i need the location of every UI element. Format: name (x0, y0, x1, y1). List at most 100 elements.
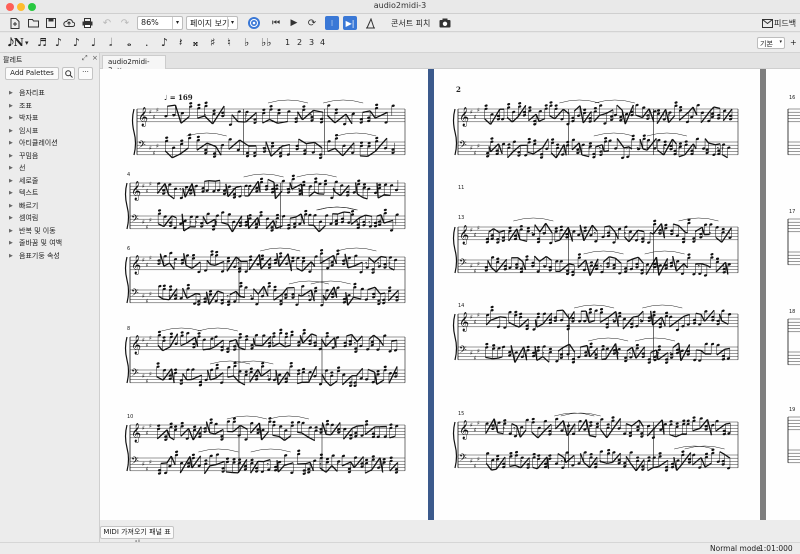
system-9[interactable]: 𝄞♯♯♯𝄢♯♯♯𝄾𝄾𝄾𝄾𝄾𝄾 (452, 412, 739, 472)
svg-text:𝄾: 𝄾 (542, 229, 544, 238)
double-sharp-icon[interactable]: 𝄪 (193, 36, 198, 50)
palette-item-breaks-spacers[interactable]: ▶ 줄바꿈 및 여백 (0, 237, 100, 250)
treble-staff[interactable]: 𝄞 ♯♯♯ (458, 225, 738, 245)
svg-text:𝄾: 𝄾 (354, 339, 356, 348)
voice-3-button[interactable]: 3 (309, 38, 314, 47)
sixty-fourth-note-icon[interactable]: ♬ (37, 36, 47, 49)
view-mode-select[interactable]: 페이지 보기 ▾ (186, 16, 238, 30)
sharp-icon[interactable]: ♯ (210, 36, 215, 49)
flat-icon[interactable]: ♭ (244, 36, 249, 49)
svg-text:𝄾: 𝄾 (365, 259, 367, 268)
voice-4-button[interactable]: 4 (320, 38, 325, 47)
add-palettes-button[interactable]: Add Palettes (5, 67, 59, 80)
tie-icon[interactable]: ♪ (161, 36, 168, 49)
svg-text:♯: ♯ (477, 143, 480, 150)
palette-item-label: 반복 및 이동 (19, 226, 56, 235)
new-file-icon[interactable] (8, 16, 22, 30)
system-6[interactable]: 𝄞♯♯♯𝄢♯♯♯𝄾𝄾𝄾𝄾𝄾𝄾𝄾𝄾𝄾𝄾𝄾𝄾 (452, 99, 739, 160)
zoom-select[interactable]: 86% ▾ (137, 16, 183, 30)
svg-text:𝄾: 𝄾 (599, 144, 601, 153)
chevron-down-icon: ▾ (779, 39, 782, 45)
score-canvas[interactable]: 𝄞 ♯ ♯ ♯ 𝄢 ♯ ♯ ♯ 𝄾 𝄾 𝄾 𝄾 𝄾 𝄾 𝄾 𝄾 𝄾 𝄞 ♯ ♯ ♯ 𝄢 ♯ ♯ ♯ 𝄾 𝄾 𝄾 𝄾 𝄾 𝄾 𝄾 𝄾 𝄾 𝄾 𝄾 𝄾 𝄾 𝄾 𝄾… (100, 69, 800, 520)
quarter-note-icon[interactable]: ♩ (91, 36, 96, 49)
screenshot-icon[interactable] (438, 16, 452, 30)
show-midi-import-panel-button[interactable]: MIDI 가져오기 패널 표시 (100, 526, 174, 547)
svg-text:♯: ♯ (477, 107, 480, 114)
concert-pitch-toggle[interactable]: 콘서트 피치 (391, 18, 430, 29)
eighth-note-icon[interactable]: ♪ (73, 36, 80, 49)
palette-item-lines[interactable]: ▶ 선 (0, 162, 100, 175)
svg-text:𝄢: 𝄢 (459, 452, 467, 466)
open-folder-icon[interactable] (26, 16, 40, 30)
metronome-icon[interactable] (247, 16, 261, 30)
edge-system[interactable] (787, 108, 800, 156)
palette-item-text[interactable]: ▶ 텍스트 (0, 187, 100, 200)
system-1[interactable]: 𝄞 ♯♯♯𝄢 ♯♯♯𝄾 𝄾 𝄾 𝄾 𝄾𝄾 𝄾 𝄾 𝄾 (131, 99, 406, 160)
whole-note-icon[interactable]: 𝅝 (127, 36, 131, 50)
svg-text:𝄾: 𝄾 (243, 460, 245, 469)
loop-out-icon[interactable]: ▶| (343, 16, 357, 30)
svg-text:𝄾: 𝄾 (313, 339, 315, 348)
voice-2-button[interactable]: 2 (297, 38, 302, 47)
score-page-3[interactable] (766, 69, 800, 520)
save-icon[interactable] (44, 16, 58, 30)
edge-system[interactable] (787, 218, 800, 266)
close-icon[interactable]: × (92, 54, 98, 62)
score-page-2[interactable]: 𝄞♯♯♯𝄢♯♯♯𝄾𝄾𝄾𝄾𝄾𝄾𝄾𝄾𝄾𝄾𝄾𝄾𝄞♯♯♯𝄢♯♯♯𝄾𝄾𝄾𝄾𝄾𝄾𝄾𝄾𝄾𝄾𝄾𝄾… (434, 69, 760, 520)
rewind-icon[interactable]: ⏮ (269, 16, 283, 30)
system-7[interactable]: 𝄞♯♯♯𝄢♯♯♯𝄾𝄾𝄾𝄾𝄾𝄾𝄾𝄾𝄾𝄾𝄾𝄾𝄾𝄾𝄾𝄾𝄾𝄾 (452, 217, 739, 277)
palette-item-clefs[interactable]: ▶ 음자리표 (0, 87, 100, 100)
palette-item-barlines[interactable]: ▶ 세로줄 (0, 175, 100, 188)
more-options-icon[interactable]: ··· (78, 67, 93, 80)
undo-icon[interactable]: ↶ (100, 16, 114, 30)
rest-icon[interactable]: 𝄽 (179, 36, 182, 50)
undock-icon[interactable]: ⤢ (82, 54, 88, 63)
svg-text:♯: ♯ (149, 423, 152, 430)
palette-item-key-signatures[interactable]: ▶ 조표 (0, 100, 100, 113)
playback-settings-icon[interactable] (363, 16, 377, 30)
palette-item-dynamics[interactable]: ▶ 셈여림 (0, 212, 100, 225)
search-icon[interactable] (62, 67, 75, 80)
note-input-mode-icon[interactable]: 𝅘𝅥𝅮N (8, 36, 24, 50)
edge-system[interactable] (787, 416, 800, 464)
feedback-icon[interactable] (760, 16, 774, 30)
system-5[interactable]: 𝄞 ♯♯♯𝄢 ♯♯♯𝄾 𝄾 𝄾𝄾 𝄾 𝄾 𝄾 𝄾 𝄾 𝄾 𝄾 𝄾 (124, 415, 406, 475)
palette-item-tempo[interactable]: ▶ 빠르기 (0, 200, 100, 213)
palette-item-accidentals[interactable]: ▶ 임시표 (0, 125, 100, 138)
palette-item-articulations[interactable]: ▶ 아티큘레이션 (0, 137, 100, 150)
loop-icon[interactable]: ⟳ (305, 16, 319, 30)
augmentation-dot-icon[interactable]: . (145, 36, 149, 49)
double-flat-icon[interactable]: ♭♭ (261, 36, 271, 49)
cloud-upload-icon[interactable] (62, 16, 76, 30)
thirty-second-note-icon[interactable]: ♪ (55, 36, 62, 49)
palette-item-repeats-jumps[interactable]: ▶ 반복 및 이동 (0, 225, 100, 238)
svg-text:♯: ♯ (153, 150, 156, 157)
customize-toolbar-button[interactable]: + (790, 38, 797, 47)
system-3[interactable]: 𝄞♯♯♯𝄢♯♯♯𝄾𝄾𝄾𝄾𝄾𝄾𝄾𝄾𝄾𝄾𝄾 (124, 247, 406, 307)
bass-staff[interactable]: 𝄢 ♯♯♯ (458, 452, 738, 470)
svg-text:𝄾: 𝄾 (351, 144, 353, 153)
tab-score[interactable]: audio2midi-3× (102, 55, 166, 74)
half-note-icon[interactable]: 𝅗𝅥 (109, 36, 113, 50)
system-2[interactable]: 𝄞♯♯♯𝄢♯♯♯𝄾𝄾𝄾𝄾𝄾𝄾𝄾𝄾𝄾𝄾𝄾𝄾𝄾𝄾𝄾𝄾𝄾𝄾 (124, 173, 406, 233)
redo-icon[interactable]: ↷ (118, 16, 132, 30)
natural-icon[interactable]: ♮ (227, 36, 231, 49)
system-8[interactable]: 𝄞 ♯♯♯𝄢 ♯♯♯𝄾 𝄾 𝄾𝄾 𝄾 𝄾 𝄾 𝄾 𝄾 (452, 304, 739, 364)
svg-text:♯: ♯ (153, 114, 156, 121)
palette-item-beam-properties[interactable]: ▶ 음표기둥 속성 (0, 250, 100, 263)
tempo-marking[interactable]: ♩ = 169 (164, 93, 193, 102)
system-4[interactable]: 𝄞 ♯♯♯𝄢 ♯♯♯𝄾 𝄾 𝄾 𝄾𝄾 𝄾 𝄾 (124, 327, 406, 387)
palette-item-time-signatures[interactable]: ▶ 박자표 (0, 112, 100, 125)
layout-select[interactable]: 기본 ▾ (757, 37, 785, 49)
print-icon[interactable] (80, 16, 94, 30)
svg-text:𝄾: 𝄾 (356, 218, 358, 227)
feedback-button[interactable]: 피드백 (774, 18, 796, 29)
voice-1-button[interactable]: 1 (285, 38, 290, 47)
chevron-down-icon[interactable]: ▾ (25, 39, 29, 47)
loop-in-icon[interactable]: ⁝ (325, 16, 339, 30)
edge-system[interactable] (787, 318, 800, 366)
score-page-1[interactable]: 𝄞 ♯ ♯ ♯ 𝄢 ♯ ♯ ♯ 𝄾 𝄾 𝄾 𝄾 𝄾 𝄾 𝄾 𝄾 𝄾 𝄞 ♯ ♯ ♯ 𝄢 ♯ ♯ ♯ 𝄾 𝄾 𝄾 𝄾 𝄾 𝄾 𝄾 𝄾 𝄾 𝄾 𝄾 𝄾 𝄾 𝄾 𝄾… (100, 69, 428, 520)
play-icon[interactable]: ▶ (287, 16, 301, 30)
chevron-right-icon: ▶ (9, 140, 13, 147)
palette-item-ornaments[interactable]: ▶ 꾸밈음 (0, 150, 100, 163)
